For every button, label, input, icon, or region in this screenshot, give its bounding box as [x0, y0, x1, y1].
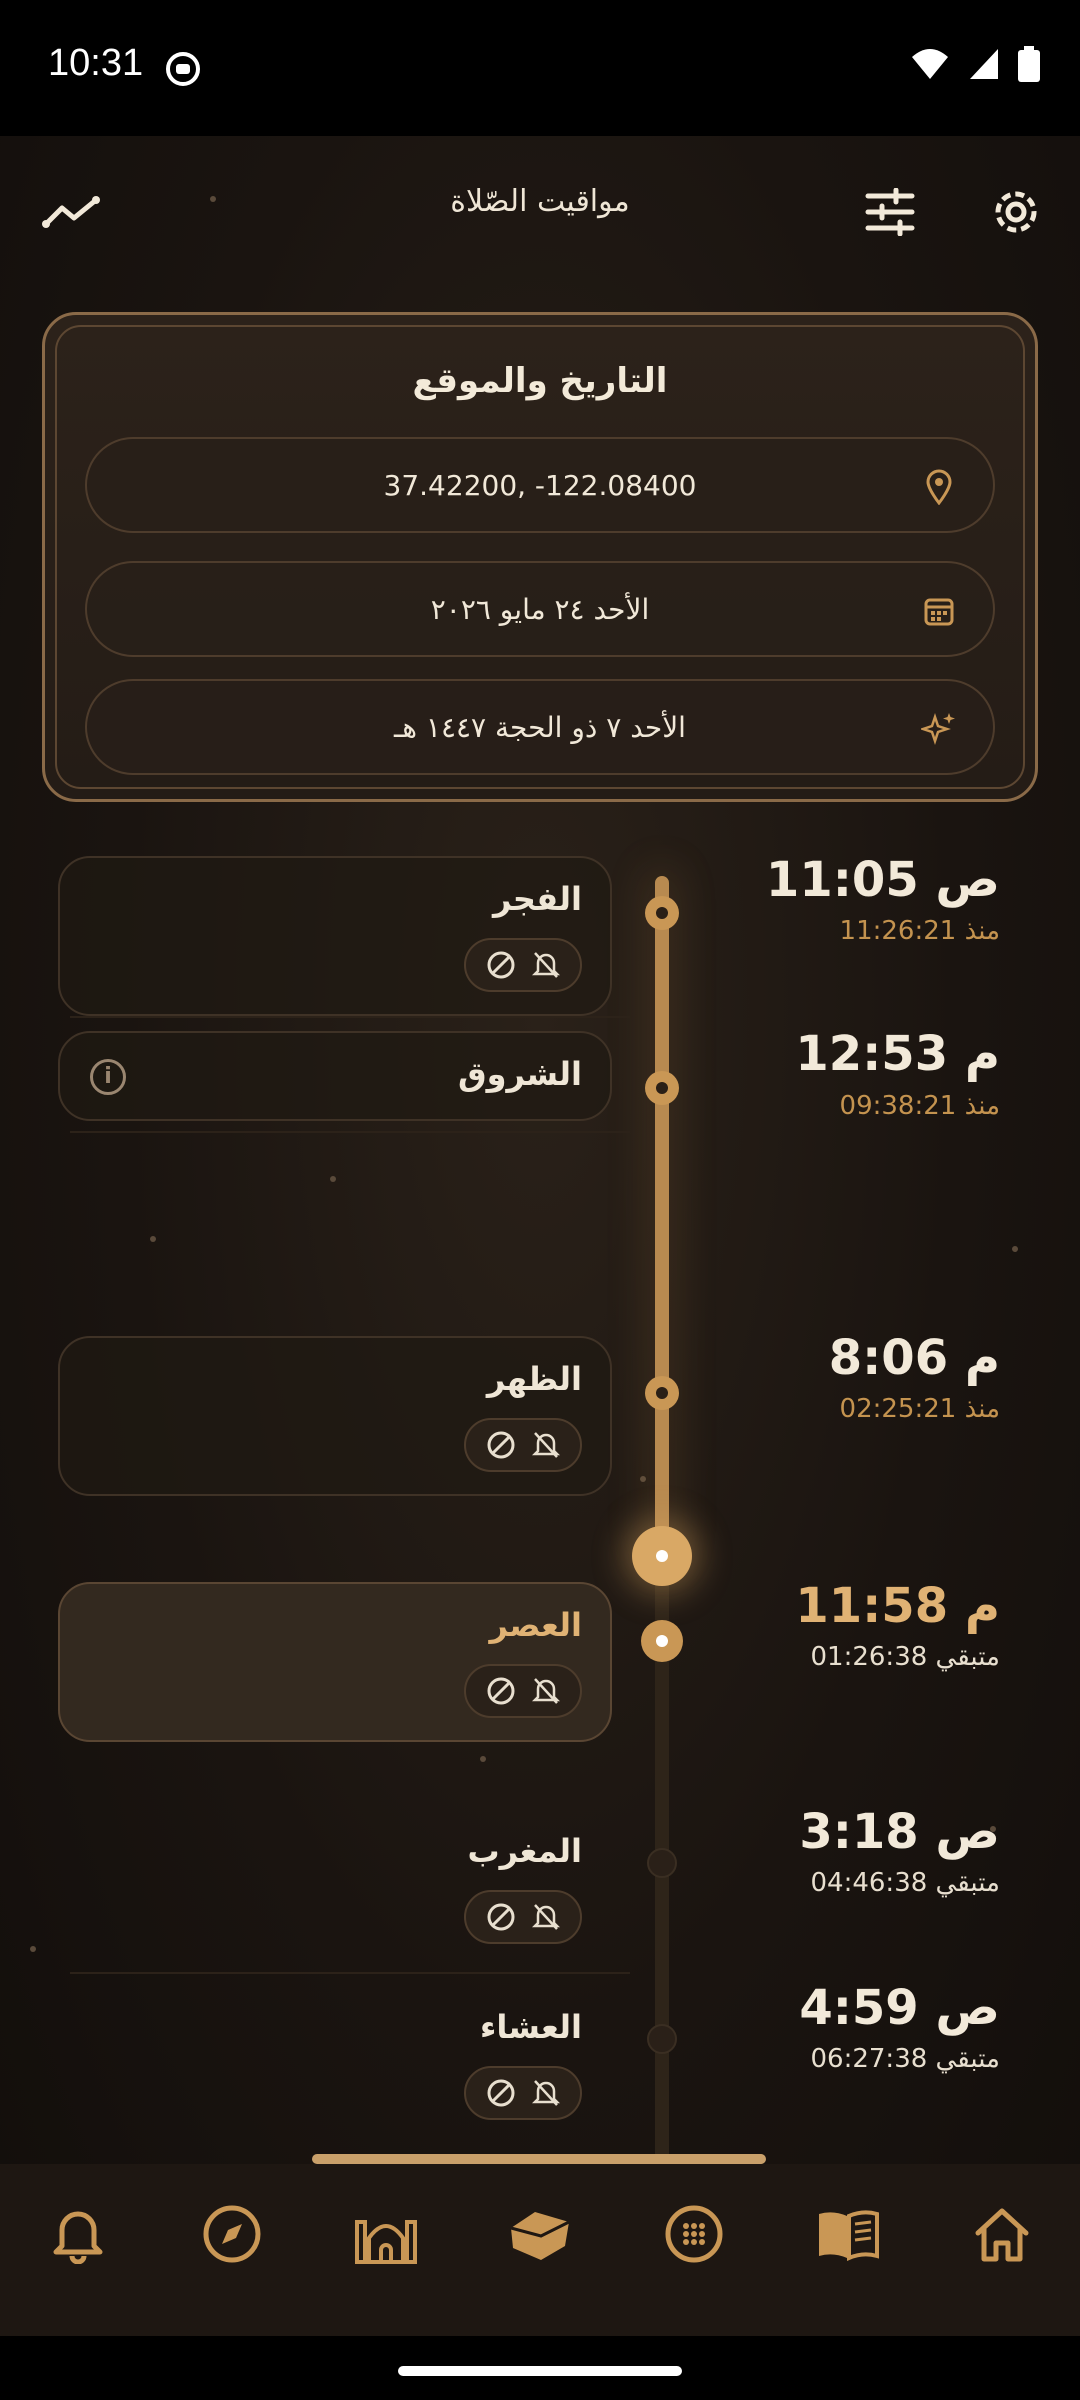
- hijri-date-pill[interactable]: الأحد ٧ ذو الحجة ١٤٤٧ هـ: [85, 679, 995, 775]
- prayer-card-fajr[interactable]: الفجر: [58, 856, 612, 1016]
- signal-icon: [970, 49, 998, 79]
- mosque-icon: [355, 2220, 417, 2264]
- prayer-name: الشروق: [458, 1055, 582, 1093]
- top-bar: مواقيت الصّلاة: [0, 136, 1080, 276]
- location-pin-icon: [921, 469, 957, 505]
- prayer-relative-time: منذ 09:38:21: [839, 1091, 1000, 1121]
- bell-off-icon[interactable]: [531, 1901, 561, 1933]
- prayer-alert-controls[interactable]: [464, 1890, 582, 1944]
- sliders-icon: [865, 188, 915, 236]
- nav-qibla[interactable]: [192, 2194, 272, 2274]
- prayer-name: المغرب: [467, 1832, 582, 1870]
- timeline-node-maghrib: [647, 1848, 677, 1878]
- divider: [70, 1972, 630, 1974]
- prayer-card-isha[interactable]: العشاء: [58, 1984, 612, 2144]
- date-location-card-inner: التاريخ والموقع 37.42200, -122.08400 الأ…: [55, 325, 1025, 789]
- prayer-card-dhuhr[interactable]: الظهر: [58, 1336, 612, 1496]
- nav-hajj[interactable]: [500, 2194, 580, 2274]
- timeline-now-marker: [632, 1526, 692, 1586]
- gregorian-date-text: الأحد ٢٤ مايو ٢٠٢٦: [430, 593, 650, 626]
- nav-home[interactable]: [962, 2194, 1042, 2274]
- prayer-time: 3:18 ص: [799, 1804, 1000, 1860]
- block-icon[interactable]: [485, 1675, 517, 1707]
- block-icon[interactable]: [485, 2077, 517, 2109]
- gear-icon: [995, 191, 1037, 233]
- status-icons: [910, 46, 1040, 82]
- prayer-alert-controls[interactable]: [464, 938, 582, 992]
- prayer-card-asr[interactable]: العصر: [58, 1582, 612, 1742]
- prayer-relative-time: متبقي 01:26:38: [810, 1642, 1001, 1672]
- status-time: 10:31: [48, 42, 144, 84]
- prayer-card-maghrib[interactable]: المغرب: [58, 1808, 612, 1968]
- nav-mosques[interactable]: [346, 2194, 426, 2274]
- app-screen: مواقيت الصّلاة التاريخ والموقع 37.42200,…: [0, 136, 1080, 2336]
- nav-tasbih[interactable]: [654, 2194, 734, 2274]
- prayer-time: 11:05 ص: [765, 852, 1000, 908]
- nav-notifications[interactable]: [38, 2194, 118, 2274]
- kaaba-icon: [510, 2212, 570, 2260]
- tasbih-icon: [665, 2205, 723, 2263]
- bell-off-icon[interactable]: [531, 2077, 561, 2109]
- prayer-name: العصر: [489, 1606, 582, 1644]
- sparkle-icon: [921, 711, 957, 747]
- nav-quran[interactable]: [808, 2194, 888, 2274]
- location-pill[interactable]: 37.42200, -122.08400: [85, 437, 995, 533]
- block-icon[interactable]: [485, 1429, 517, 1461]
- prayer-time: 11:58 م: [795, 1578, 1000, 1634]
- bell-off-icon[interactable]: [531, 1429, 561, 1461]
- info-icon[interactable]: i: [90, 1059, 126, 1095]
- prayer-relative-time: متبقي 04:46:38: [810, 1868, 1001, 1898]
- wifi-icon: [912, 49, 948, 79]
- prayer-time: 4:59 ص: [799, 1980, 1000, 2036]
- block-icon[interactable]: [485, 949, 517, 981]
- prayer-relative-time: متبقي 06:27:38: [810, 2044, 1001, 2074]
- prayer-time: 8:06 م: [828, 1330, 1000, 1386]
- timeline-progress: [655, 876, 669, 1556]
- divider: [70, 1016, 630, 1018]
- timeline-node-isha: [647, 2024, 677, 2054]
- prayer-alert-controls[interactable]: [464, 1664, 582, 1718]
- bottom-sheet-handle[interactable]: [312, 2154, 766, 2164]
- home-gesture-handle[interactable]: [398, 2366, 682, 2376]
- prayer-name: العشاء: [480, 2008, 582, 2046]
- bell-off-icon[interactable]: [531, 949, 561, 981]
- settings-button[interactable]: [984, 180, 1048, 244]
- timeline-node-shurooq: [645, 1071, 679, 1105]
- calendar-icon: [921, 593, 957, 629]
- divider: [70, 1131, 630, 1133]
- prayer-time: 12:53 م: [795, 1026, 1000, 1082]
- timeline-node-asr: [641, 1620, 683, 1662]
- home-icon: [975, 2208, 1029, 2262]
- card-title: التاريخ والموقع: [412, 361, 668, 401]
- notification-app-icon: [166, 52, 200, 86]
- bell-off-icon[interactable]: [531, 1675, 561, 1707]
- date-location-card: التاريخ والموقع 37.42200, -122.08400 الأ…: [42, 312, 1038, 802]
- prayer-relative-time: منذ 11:26:21: [839, 916, 1000, 946]
- hijri-date-text: الأحد ٧ ذو الحجة ١٤٤٧ هـ: [394, 711, 686, 744]
- compass-icon: [203, 2205, 261, 2263]
- prayer-name: الفجر: [493, 880, 582, 918]
- status-bar: 10:31: [0, 0, 1080, 136]
- battery-icon: [1018, 46, 1040, 82]
- location-text: 37.42200, -122.08400: [383, 469, 697, 502]
- adjust-button[interactable]: [858, 180, 922, 244]
- prayer-relative-time: منذ 02:25:21: [839, 1394, 1000, 1424]
- prayer-alert-controls[interactable]: [464, 1418, 582, 1472]
- bell-icon: [53, 2211, 103, 2264]
- gregorian-date-pill[interactable]: الأحد ٢٤ مايو ٢٠٢٦: [85, 561, 995, 657]
- timeline-node-fajr: [645, 896, 679, 930]
- prayer-name: الظهر: [486, 1360, 582, 1398]
- block-icon[interactable]: [485, 1901, 517, 1933]
- timeline-node-dhuhr: [645, 1376, 679, 1410]
- prayer-alert-controls[interactable]: [464, 2066, 582, 2120]
- quran-icon: [819, 2210, 879, 2262]
- prayer-card-shurooq[interactable]: الشروق i: [58, 1031, 612, 1121]
